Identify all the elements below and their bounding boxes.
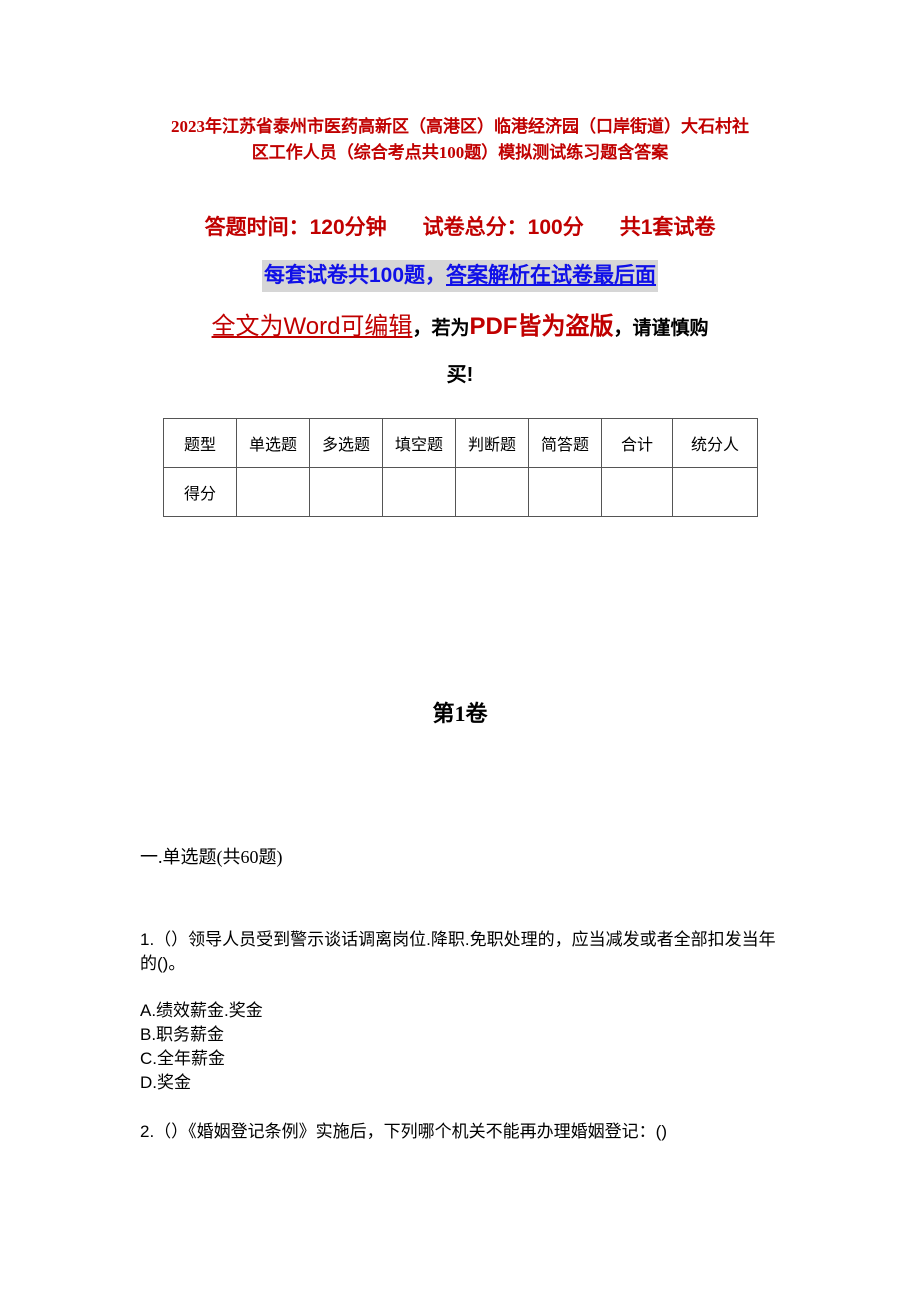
- volume-heading: 第1卷: [432, 701, 488, 726]
- score-cell[interactable]: [528, 467, 602, 517]
- header-cell: 题型: [163, 418, 237, 468]
- score-cell[interactable]: [382, 467, 456, 517]
- score-cell[interactable]: [601, 467, 673, 517]
- exam-total-score: 试卷总分：100分: [422, 216, 584, 239]
- question-1-option-b: B.职务薪金: [140, 1025, 225, 1044]
- header-cell: 多选题: [309, 418, 383, 468]
- warning-piracy: PDF皆为盗版: [469, 313, 614, 340]
- score-row-label: 得分: [163, 467, 237, 517]
- document-title-line-1: 2023年江苏省泰州市医药高新区（高港区）临港经济园（口岸街道）大石村社: [171, 117, 749, 136]
- question-1-option-c: C.全年薪金: [140, 1049, 225, 1068]
- score-cell[interactable]: [455, 467, 529, 517]
- question-1-option-a: A.绩效薪金.奖金: [140, 1001, 263, 1020]
- notice-question-count: 每套试卷共100题，: [263, 264, 447, 287]
- score-table: 题型 单选题 多选题 填空题 判断题 简答题 合计 统分人 得分: [163, 418, 758, 517]
- copyright-warning-end: 买!: [446, 364, 474, 386]
- exam-meta: 答题时间：120分钟 试卷总分：100分 共1套试卷: [0, 212, 920, 244]
- warning-editable: 全文为Word可编辑: [211, 313, 413, 340]
- header-cell: 合计: [601, 418, 673, 468]
- score-table-header-row: 题型 单选题 多选题 填空题 判断题 简答题 合计 统分人: [163, 418, 758, 468]
- question-1-text: 1.（）领导人员受到警示谈话调离岗位.降职.免职处理的，应当减发或者全部扣发当年…: [140, 930, 776, 973]
- score-cell[interactable]: [309, 467, 383, 517]
- header-cell: 填空题: [382, 418, 456, 468]
- header-cell: 统分人: [672, 418, 758, 468]
- exam-set-count: 共1套试卷: [619, 216, 716, 239]
- copyright-warning: 全文为Word可编辑，若为PDF皆为盗版，请谨慎购: [0, 308, 920, 348]
- header-cell: 简答题: [528, 418, 602, 468]
- score-table-score-row: 得分: [163, 467, 758, 517]
- header-cell: 单选题: [236, 418, 310, 468]
- answer-notice-highlight: 每套试卷共100题，答案解析在试卷最后面: [261, 260, 659, 292]
- score-cell[interactable]: [236, 467, 310, 517]
- section-heading: 一.单选题(共60题): [140, 847, 283, 867]
- score-cell[interactable]: [672, 467, 758, 517]
- warning-connector: ，若为: [412, 318, 470, 339]
- question-2-text: 2.（）《婚姻登记条例》实施后，下列哪个机关不能再办理婚姻登记：(): [140, 1122, 667, 1141]
- header-cell: 判断题: [455, 418, 529, 468]
- answer-notice: 每套试卷共100题，答案解析在试卷最后面: [0, 260, 920, 292]
- document-title-line-2: 区工作人员（综合考点共100题）模拟测试练习题含答案: [251, 143, 669, 162]
- question-1-option-d: D.奖金: [140, 1073, 191, 1092]
- warning-caution: ，请谨慎购: [613, 318, 709, 339]
- exam-time: 答题时间：120分钟: [204, 216, 387, 239]
- notice-answer-location: 答案解析在试卷最后面: [446, 264, 657, 287]
